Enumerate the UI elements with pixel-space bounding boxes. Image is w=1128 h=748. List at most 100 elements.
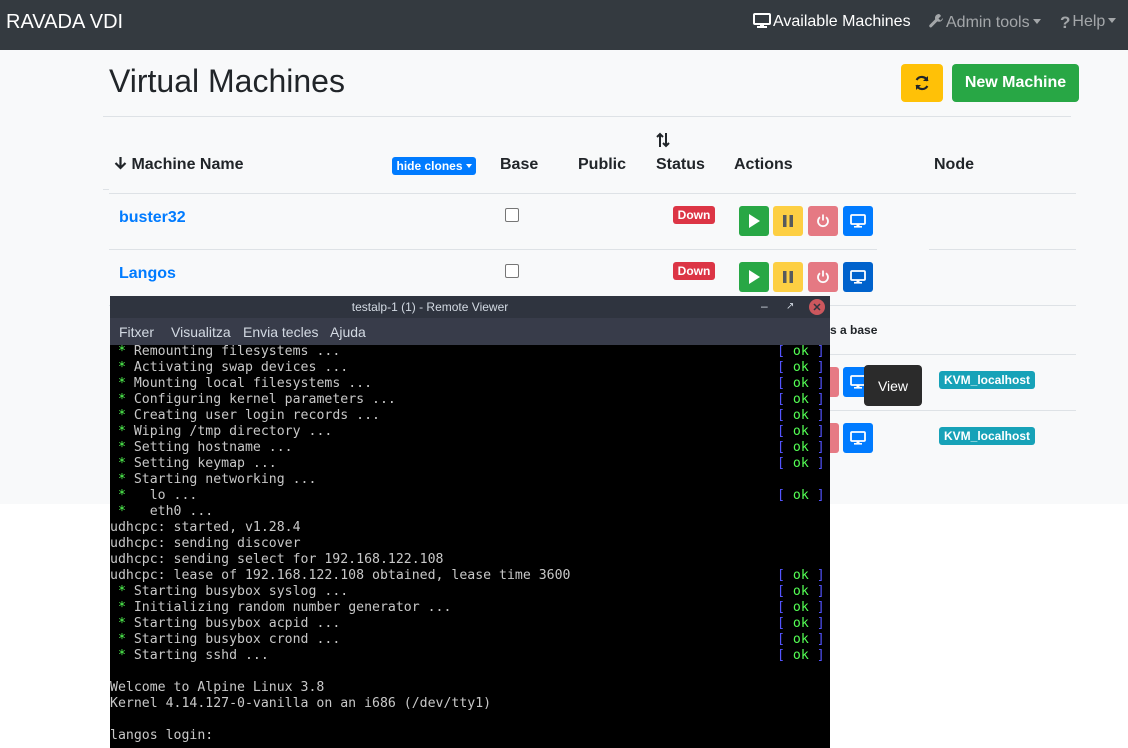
monitor-icon bbox=[850, 214, 866, 228]
hide-clones-dropdown[interactable]: hide clones bbox=[392, 157, 476, 175]
chevron-down-icon bbox=[1108, 18, 1117, 23]
terminal-line: * Activating swap devices ...[ ok ] bbox=[110, 360, 825, 375]
maximize-icon[interactable]: ↗ bbox=[786, 301, 794, 312]
top-navbar: RAVADA VDI Available Machines Admin tool… bbox=[0, 0, 1128, 50]
terminal-line: * Starting sshd ...[ ok ] bbox=[110, 648, 825, 663]
terminal-line: * Wiping /tmp directory ...[ ok ] bbox=[110, 424, 825, 439]
node-badge: KVM_localhost bbox=[939, 427, 1036, 445]
ok-status: [ ok ] bbox=[777, 600, 825, 615]
power-icon bbox=[817, 270, 829, 284]
terminal-line: * Setting hostname ...[ ok ] bbox=[110, 440, 825, 455]
nav-available-label: Available Machines bbox=[773, 13, 911, 30]
shutdown-button[interactable] bbox=[830, 367, 839, 397]
power-icon bbox=[817, 214, 829, 228]
brand-title[interactable]: RAVADA VDI bbox=[6, 11, 123, 34]
terminal-line: udhcpc: sending select for 192.168.122.1… bbox=[110, 552, 444, 567]
ok-status: [ ok ] bbox=[777, 616, 825, 631]
terminal-line: * Starting networking ... bbox=[110, 472, 317, 487]
terminal-line: * Starting busybox crond ...[ ok ] bbox=[110, 632, 825, 647]
nav-help[interactable]: ? Help bbox=[1060, 13, 1117, 33]
node-badge: KVM_localhost bbox=[939, 371, 1036, 389]
ok-status: [ ok ] bbox=[777, 568, 825, 583]
view-button[interactable] bbox=[843, 262, 873, 292]
new-machine-button[interactable]: New Machine bbox=[952, 64, 1079, 102]
start-button[interactable] bbox=[739, 206, 769, 236]
column-header-node[interactable]: Node bbox=[934, 156, 974, 174]
base-checkbox[interactable] bbox=[505, 264, 519, 278]
pause-icon bbox=[783, 271, 793, 283]
menu-file[interactable]: Fitxer bbox=[119, 324, 154, 340]
ok-status: [ ok ] bbox=[777, 424, 825, 439]
refresh-button[interactable] bbox=[901, 64, 943, 102]
remote-viewer-window[interactable]: testalp-1 (1) - Remote Viewer – ↗ ✕ Fitx… bbox=[110, 296, 830, 748]
play-icon bbox=[749, 214, 760, 228]
shutdown-button[interactable] bbox=[830, 423, 839, 453]
question-icon: ? bbox=[1060, 13, 1071, 32]
base-checkbox[interactable] bbox=[505, 208, 519, 222]
terminal-line: * Remounting filesystems ...[ ok ] bbox=[110, 344, 825, 359]
close-icon[interactable]: ✕ bbox=[809, 299, 825, 315]
ok-status: [ ok ] bbox=[777, 456, 825, 471]
column-header-actions: Actions bbox=[734, 156, 793, 173]
nav-available-machines[interactable]: Available Machines bbox=[753, 13, 911, 33]
pause-button[interactable] bbox=[773, 206, 803, 236]
arrow-down-icon bbox=[114, 157, 127, 170]
vm-name-link[interactable]: buster32 bbox=[119, 209, 186, 227]
menu-help[interactable]: Ajuda bbox=[330, 324, 366, 340]
column-header-status[interactable]: Status bbox=[656, 156, 705, 174]
terminal-screen[interactable]: * Remounting filesystems ...[ ok ] * Act… bbox=[110, 344, 830, 748]
terminal-line: Welcome to Alpine Linux 3.8 bbox=[110, 680, 325, 695]
vm-name-link[interactable]: Langos bbox=[119, 265, 176, 283]
status-badge: Down bbox=[673, 262, 715, 280]
terminal-line: udhcpc: sending discover bbox=[110, 536, 301, 551]
menu-view[interactable]: Visualitza bbox=[171, 324, 231, 340]
ok-status: [ ok ] bbox=[777, 440, 825, 455]
terminal-line: * Starting busybox acpid ...[ ok ] bbox=[110, 616, 825, 631]
hide-clones-label: hide clones bbox=[396, 159, 463, 173]
minimize-icon[interactable]: – bbox=[761, 299, 768, 313]
divider bbox=[830, 354, 1076, 355]
pause-button[interactable] bbox=[773, 262, 803, 292]
terminal-line: * Configuring kernel parameters ...[ ok … bbox=[110, 392, 825, 407]
divider bbox=[830, 410, 1076, 411]
terminal-line: udhcpc: lease of 192.168.122.108 obtaine… bbox=[110, 568, 825, 583]
ok-status: [ ok ] bbox=[777, 488, 825, 503]
divider bbox=[103, 189, 109, 190]
chevron-down-icon bbox=[465, 164, 472, 168]
monitor-icon bbox=[850, 270, 866, 284]
column-header-name[interactable]: Machine Name bbox=[114, 156, 244, 174]
view-button[interactable] bbox=[843, 423, 873, 453]
viewer-menubar: Fitxer Visualitza Envia tecles Ajuda bbox=[110, 318, 830, 345]
column-header-base[interactable]: Base bbox=[500, 156, 538, 174]
ok-status: [ ok ] bbox=[777, 648, 825, 663]
refresh-icon bbox=[915, 75, 929, 91]
shutdown-button[interactable] bbox=[808, 262, 838, 292]
start-button[interactable] bbox=[739, 262, 769, 292]
pause-icon bbox=[783, 215, 793, 227]
divider bbox=[929, 249, 1076, 250]
sort-icon[interactable] bbox=[656, 131, 670, 154]
column-header-public[interactable]: Public bbox=[578, 156, 626, 174]
base-info-text: s a base bbox=[830, 323, 878, 337]
view-button[interactable] bbox=[843, 206, 873, 236]
terminal-line: Kernel 4.14.127-0-vanilla on an i686 (/d… bbox=[110, 696, 492, 711]
ok-status: [ ok ] bbox=[777, 632, 825, 647]
terminal-line: * Creating user login records ...[ ok ] bbox=[110, 408, 825, 423]
ok-status: [ ok ] bbox=[777, 584, 825, 599]
menu-send-keys[interactable]: Envia tecles bbox=[243, 324, 318, 340]
terminal-line: * Initializing random number generator .… bbox=[110, 600, 825, 615]
monitor-icon bbox=[753, 13, 771, 33]
viewer-title: testalp-1 (1) - Remote Viewer bbox=[351, 300, 509, 314]
shutdown-button[interactable] bbox=[808, 206, 838, 236]
viewer-titlebar[interactable]: testalp-1 (1) - Remote Viewer – ↗ ✕ bbox=[110, 296, 830, 318]
divider bbox=[103, 116, 1071, 117]
terminal-line: udhcpc: started, v1.28.4 bbox=[110, 520, 301, 535]
wrench-icon bbox=[928, 13, 944, 34]
nav-admin-tools[interactable]: Admin tools bbox=[928, 13, 1041, 34]
chevron-down-icon bbox=[1032, 19, 1041, 24]
ok-status: [ ok ] bbox=[777, 376, 825, 391]
terminal-line: * eth0 ... bbox=[110, 504, 214, 519]
divider bbox=[109, 249, 877, 250]
